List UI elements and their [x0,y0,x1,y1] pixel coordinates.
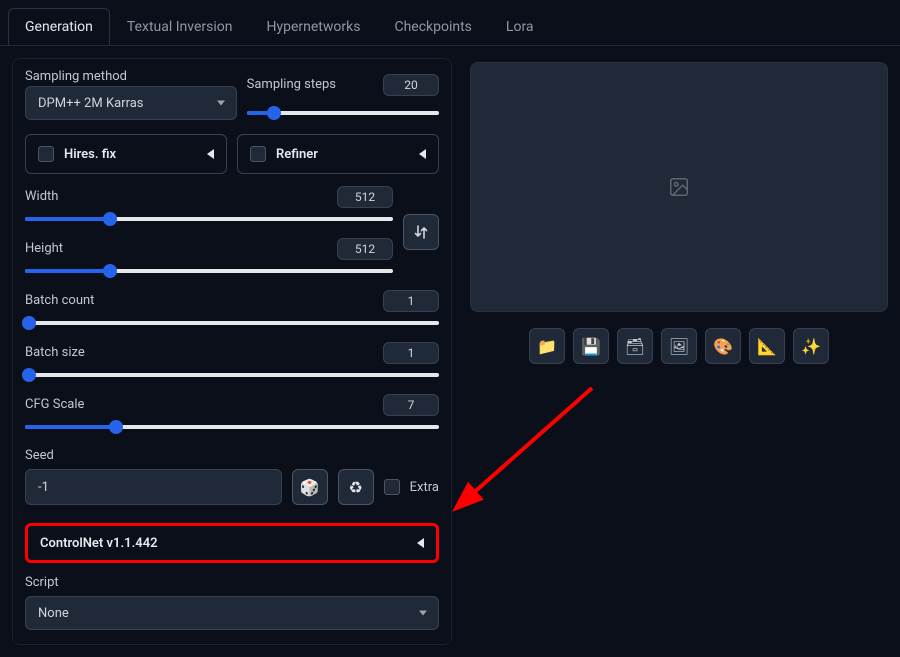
sparkles-icon: ✨ [801,337,821,356]
swap-dimensions-button[interactable] [403,214,439,250]
sampling-steps-label: Sampling steps [247,77,336,92]
controlnet-label: ControlNet v1.1.442 [40,536,158,551]
width-label: Width [25,189,58,204]
script-label: Script [25,575,439,590]
dice-icon: 🎲 [300,478,320,497]
seed-random-button[interactable]: 🎲 [292,469,328,505]
sampling-method-value: DPM++ 2M Karras [38,96,144,111]
chevron-left-icon [419,149,426,159]
batch-count-value[interactable]: 1 [383,290,439,312]
zip-button[interactable]: 🗃 [617,328,653,364]
tab-generation[interactable]: Generation [8,8,110,45]
width-slider[interactable] [25,212,393,226]
hires-fix-accordion[interactable]: Hires. fix [25,134,227,174]
output-actions: 📁 💾 🗃 🖼 🎨 📐 ✨ [470,328,888,364]
settings-panel: Sampling method DPM++ 2M Karras Sampling… [12,58,452,645]
batch-count-label: Batch count [25,293,94,308]
seed-extra-checkbox[interactable] [384,479,400,495]
save-button[interactable]: 💾 [573,328,609,364]
sampling-method-select[interactable]: DPM++ 2M Karras [25,86,237,120]
tab-lora[interactable]: Lora [489,8,551,45]
palette-icon: 🎨 [713,337,733,356]
save-icon: 💾 [581,337,601,356]
recycle-icon: ♻ [349,478,363,497]
batch-size-label: Batch size [25,345,85,360]
output-panel: 📁 💾 🗃 🖼 🎨 📐 ✨ [470,58,888,645]
sampling-steps-value[interactable]: 20 [383,74,439,96]
folder-icon: 📁 [537,337,557,356]
chevron-left-icon [417,538,424,548]
height-value[interactable]: 512 [337,238,393,260]
seed-extra-label: Extra [410,480,439,495]
controlnet-accordion[interactable]: ControlNet v1.1.442 [25,523,439,563]
hires-fix-label: Hires. fix [64,147,116,162]
tab-textual-inversion[interactable]: Textual Inversion [110,8,250,45]
seed-label: Seed [25,448,439,463]
cfg-scale-label: CFG Scale [25,397,84,412]
sampling-steps-slider[interactable] [247,106,439,120]
batch-size-slider[interactable] [25,368,439,382]
archive-icon: 🗃 [625,337,645,356]
upscale-button[interactable]: ✨ [793,328,829,364]
send-to-img2img-button[interactable]: 🖼 [661,328,697,364]
refiner-accordion[interactable]: Refiner [237,134,439,174]
tab-checkpoints[interactable]: Checkpoints [377,8,488,45]
ruler-icon: 📐 [757,337,777,356]
sampling-method-label: Sampling method [25,69,237,84]
send-to-extras-button[interactable]: 📐 [749,328,785,364]
cfg-scale-value[interactable]: 7 [383,394,439,416]
image-icon: 🖼 [669,337,689,356]
send-to-inpaint-button[interactable]: 🎨 [705,328,741,364]
open-folder-button[interactable]: 📁 [529,328,565,364]
tab-bar: Generation Textual Inversion Hypernetwor… [0,0,900,46]
image-placeholder-icon [668,176,690,198]
script-select[interactable]: None [25,596,439,630]
batch-count-slider[interactable] [25,316,439,330]
seed-reuse-button[interactable]: ♻ [338,469,374,505]
refiner-checkbox[interactable] [250,146,266,162]
hires-fix-checkbox[interactable] [38,146,54,162]
height-slider[interactable] [25,264,393,278]
batch-size-value[interactable]: 1 [383,342,439,364]
width-value[interactable]: 512 [337,186,393,208]
height-label: Height [25,241,63,256]
refiner-label: Refiner [276,147,318,162]
seed-value: -1 [38,480,49,495]
chevron-left-icon [207,149,214,159]
seed-input[interactable]: -1 [25,469,282,505]
cfg-scale-slider[interactable] [25,420,439,434]
swap-icon [413,224,429,240]
tab-hypernetworks[interactable]: Hypernetworks [250,8,378,45]
image-preview[interactable] [470,62,888,312]
